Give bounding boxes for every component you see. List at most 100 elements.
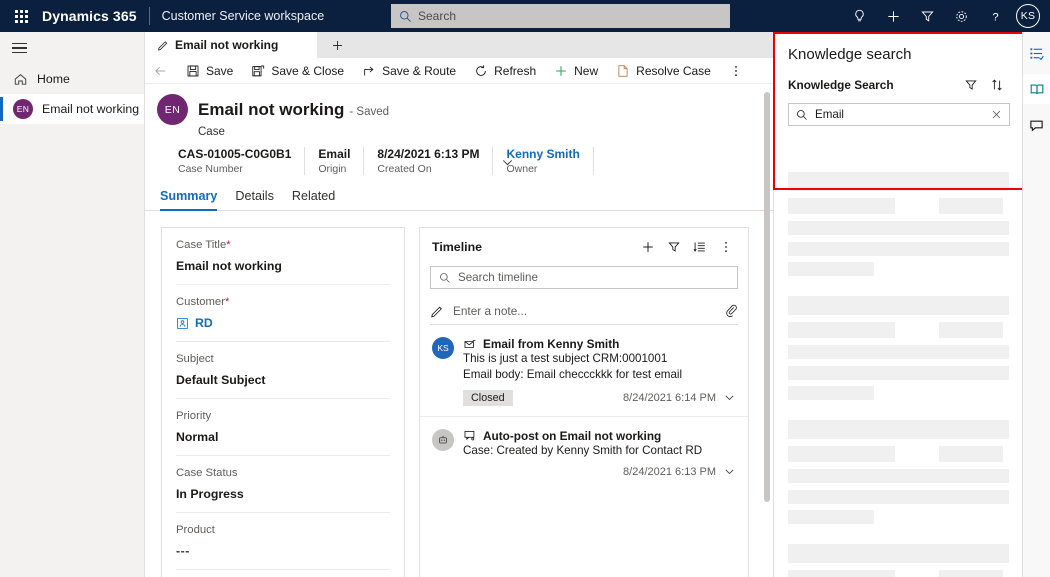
- global-search-input[interactable]: Search: [391, 4, 730, 28]
- resolve-case-button[interactable]: Resolve Case: [607, 58, 720, 84]
- avatar: KS: [432, 337, 454, 359]
- field-value[interactable]: Email not working: [176, 259, 390, 273]
- tab-email-not-working[interactable]: Email not working: [145, 32, 317, 58]
- main-pane-scrollbar[interactable]: [764, 92, 770, 560]
- knowledge-filter-button[interactable]: [958, 75, 984, 95]
- overflow-icon: [729, 64, 743, 78]
- timeline-item-date: 8/24/2021 6:13 PM: [623, 466, 716, 478]
- timeline-search-input[interactable]: Search timeline: [430, 266, 738, 289]
- fact-label: Case Number: [178, 163, 291, 175]
- brand-title: Dynamics 365: [42, 8, 149, 24]
- top-navigation-bar: Dynamics 365 Customer Service workspace …: [0, 0, 1050, 32]
- post-icon: [463, 429, 477, 442]
- command-label: Save: [206, 64, 233, 78]
- close-icon: [991, 109, 1002, 120]
- timeline-item-expand-button[interactable]: [723, 391, 736, 404]
- app-name: Customer Service workspace: [150, 9, 325, 23]
- timeline-sort-button[interactable]: [688, 236, 712, 258]
- field-label: Case Status: [176, 467, 390, 479]
- sidebar-item-email-not-working[interactable]: EN Email not working: [0, 94, 144, 124]
- session-avatar: EN: [13, 99, 33, 119]
- search-icon: [796, 109, 808, 121]
- page-title: Email not working- Saved: [198, 100, 389, 120]
- record-header-facts: CAS-01005-C0G0B1 Case Number Email Origi…: [165, 147, 773, 175]
- refresh-button[interactable]: Refresh: [465, 58, 545, 84]
- user-avatar[interactable]: KS: [1016, 4, 1040, 28]
- field-customer: Customer* RD: [176, 285, 390, 342]
- skeleton-meta-row: [788, 446, 1009, 462]
- skeleton-result-item: [774, 536, 1023, 577]
- contact-icon: [176, 317, 189, 330]
- skeleton-line: [788, 420, 1009, 439]
- back-button[interactable]: [145, 64, 177, 78]
- timeline-header: Timeline: [420, 228, 748, 266]
- right-productivity-rail: [1022, 32, 1050, 577]
- timeline-item-email[interactable]: KS Email from Kenny Smith This is just a…: [420, 325, 748, 416]
- knowledge-search-input[interactable]: Email: [788, 103, 1010, 126]
- timeline-item-line1: This is just a test subject CRM:0001001: [463, 351, 736, 367]
- skeleton-line: [788, 242, 1009, 256]
- home-icon: [13, 72, 28, 87]
- tab-details[interactable]: Details: [235, 189, 274, 210]
- field-value-customer[interactable]: RD: [176, 316, 390, 330]
- field-value[interactable]: In Progress: [176, 487, 390, 501]
- save-button[interactable]: Save: [177, 58, 242, 84]
- field-value[interactable]: Default Subject: [176, 373, 390, 387]
- new-tab-button[interactable]: [317, 32, 357, 58]
- timeline-overflow-button[interactable]: [714, 236, 738, 258]
- command-label: Save & Close: [271, 64, 344, 78]
- field-value[interactable]: ---: [176, 544, 390, 558]
- form-body: Case Title* Email not working Customer* …: [145, 211, 773, 577]
- app-launcher-icon[interactable]: [0, 10, 42, 23]
- agent-scripts-icon[interactable]: [1023, 38, 1050, 68]
- timeline-add-button[interactable]: [636, 236, 660, 258]
- skeleton-line: [788, 221, 1009, 235]
- timeline-note-placeholder: Enter a note...: [453, 304, 716, 318]
- header-fact-created-on: 8/24/2021 6:13 PM Created On: [364, 147, 493, 175]
- overflow-menu-button[interactable]: [720, 58, 752, 84]
- skeleton-meta-row: [788, 570, 1009, 577]
- timeline-note-input[interactable]: Enter a note...: [430, 297, 738, 325]
- skeleton-line: [788, 172, 1009, 191]
- sidebar-item-home[interactable]: Home: [0, 64, 144, 94]
- fact-value-owner-link[interactable]: Kenny Smith: [506, 147, 579, 161]
- save-and-route-button[interactable]: Save & Route: [353, 58, 465, 84]
- skeleton-spacer: [774, 400, 1023, 412]
- timeline-item-date: 8/24/2021 6:14 PM: [623, 392, 716, 404]
- fact-label: Created On: [377, 163, 479, 175]
- lightbulb-icon[interactable]: [842, 0, 876, 32]
- field-description: Description ---: [176, 570, 390, 577]
- field-value[interactable]: Normal: [176, 430, 390, 444]
- tab-label: Email not working: [175, 38, 278, 52]
- new-button[interactable]: New: [545, 58, 607, 84]
- bot-icon: [437, 434, 449, 446]
- timeline-item-expand-button[interactable]: [723, 465, 736, 478]
- skeleton-line: [788, 262, 874, 276]
- field-priority: Priority Normal: [176, 399, 390, 456]
- chevron-down-icon: [500, 155, 515, 170]
- required-indicator: *: [226, 239, 230, 251]
- timeline-search-placeholder: Search timeline: [458, 271, 538, 284]
- help-icon[interactable]: ?: [978, 0, 1012, 32]
- command-label: Refresh: [494, 64, 536, 78]
- hamburger-menu-icon[interactable]: [0, 32, 144, 64]
- conversation-icon[interactable]: [1023, 110, 1050, 140]
- clear-search-icon[interactable]: [991, 109, 1002, 120]
- filter-icon[interactable]: [910, 0, 944, 32]
- gear-icon[interactable]: [944, 0, 978, 32]
- save-and-close-button[interactable]: Save & Close: [242, 58, 353, 84]
- tab-related[interactable]: Related: [292, 189, 335, 210]
- record-entity-name: Case: [198, 126, 773, 138]
- timeline-filter-button[interactable]: [662, 236, 686, 258]
- refresh-icon: [474, 64, 488, 78]
- case-summary-card: Case Title* Email not working Customer* …: [161, 227, 405, 577]
- paperclip-icon[interactable]: [725, 304, 738, 317]
- knowledge-book-icon[interactable]: [1023, 74, 1050, 104]
- tab-summary[interactable]: Summary: [160, 189, 217, 210]
- knowledge-sort-button[interactable]: [984, 75, 1010, 95]
- field-product: Product ---: [176, 513, 390, 570]
- header-expand-button[interactable]: [500, 155, 515, 170]
- timeline-item-autopost[interactable]: Auto-post on Email not working Case: Cre…: [420, 417, 748, 488]
- knowledge-search-label: Knowledge Search: [788, 78, 958, 92]
- plus-icon[interactable]: [876, 0, 910, 32]
